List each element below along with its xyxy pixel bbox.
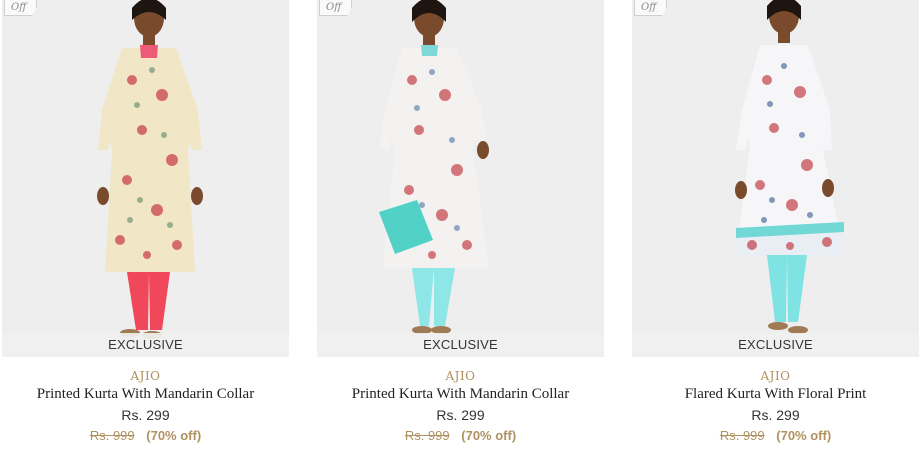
offer-tag: Off [634, 0, 667, 16]
product-image[interactable]: Off EXCLUSIVE [632, 0, 919, 357]
price-comparison: Rs. 999 (70% off) [2, 428, 289, 443]
discount-label: (70% off) [776, 428, 832, 443]
exclusive-badge: EXCLUSIVE [317, 333, 604, 357]
product-brand[interactable]: AJIO [632, 369, 919, 383]
offer-tag: Off [4, 0, 37, 16]
exclusive-badge: EXCLUSIVE [632, 333, 919, 357]
discount-label: (70% off) [146, 428, 202, 443]
product-price: Rs. 299 [436, 407, 485, 423]
price-comparison: Rs. 999 (70% off) [317, 428, 604, 443]
model-illustration [317, 0, 604, 357]
original-price: Rs. 999 [404, 428, 450, 443]
product-brand[interactable]: AJIO [317, 369, 604, 383]
product-card[interactable]: Off EXCLUSIVE AJIO Printed Kurta With Ma… [317, 0, 604, 459]
model-illustration [2, 0, 289, 357]
offer-tag: Off [319, 0, 352, 16]
discount-label: (70% off) [461, 428, 517, 443]
product-image[interactable]: Off EXCLUSIVE [317, 0, 604, 357]
product-card[interactable]: Off EXCLUSIVE AJIO Flared Kurta With Flo… [632, 0, 919, 459]
original-price: Rs. 999 [719, 428, 765, 443]
product-name[interactable]: Flared Kurta With Floral Print [632, 386, 919, 403]
product-card[interactable]: Off EXCLUSIVE AJIO Printed Kurta With Ma… [2, 0, 289, 459]
product-price: Rs. 299 [121, 407, 170, 423]
exclusive-badge: EXCLUSIVE [2, 333, 289, 357]
original-price: Rs. 999 [89, 428, 135, 443]
product-image[interactable]: Off EXCLUSIVE [2, 0, 289, 357]
product-brand[interactable]: AJIO [2, 369, 289, 383]
price-comparison: Rs. 999 (70% off) [632, 428, 919, 443]
product-name[interactable]: Printed Kurta With Mandarin Collar [2, 386, 289, 403]
product-price: Rs. 299 [751, 407, 800, 423]
product-name[interactable]: Printed Kurta With Mandarin Collar [317, 386, 604, 403]
model-illustration [632, 0, 919, 357]
